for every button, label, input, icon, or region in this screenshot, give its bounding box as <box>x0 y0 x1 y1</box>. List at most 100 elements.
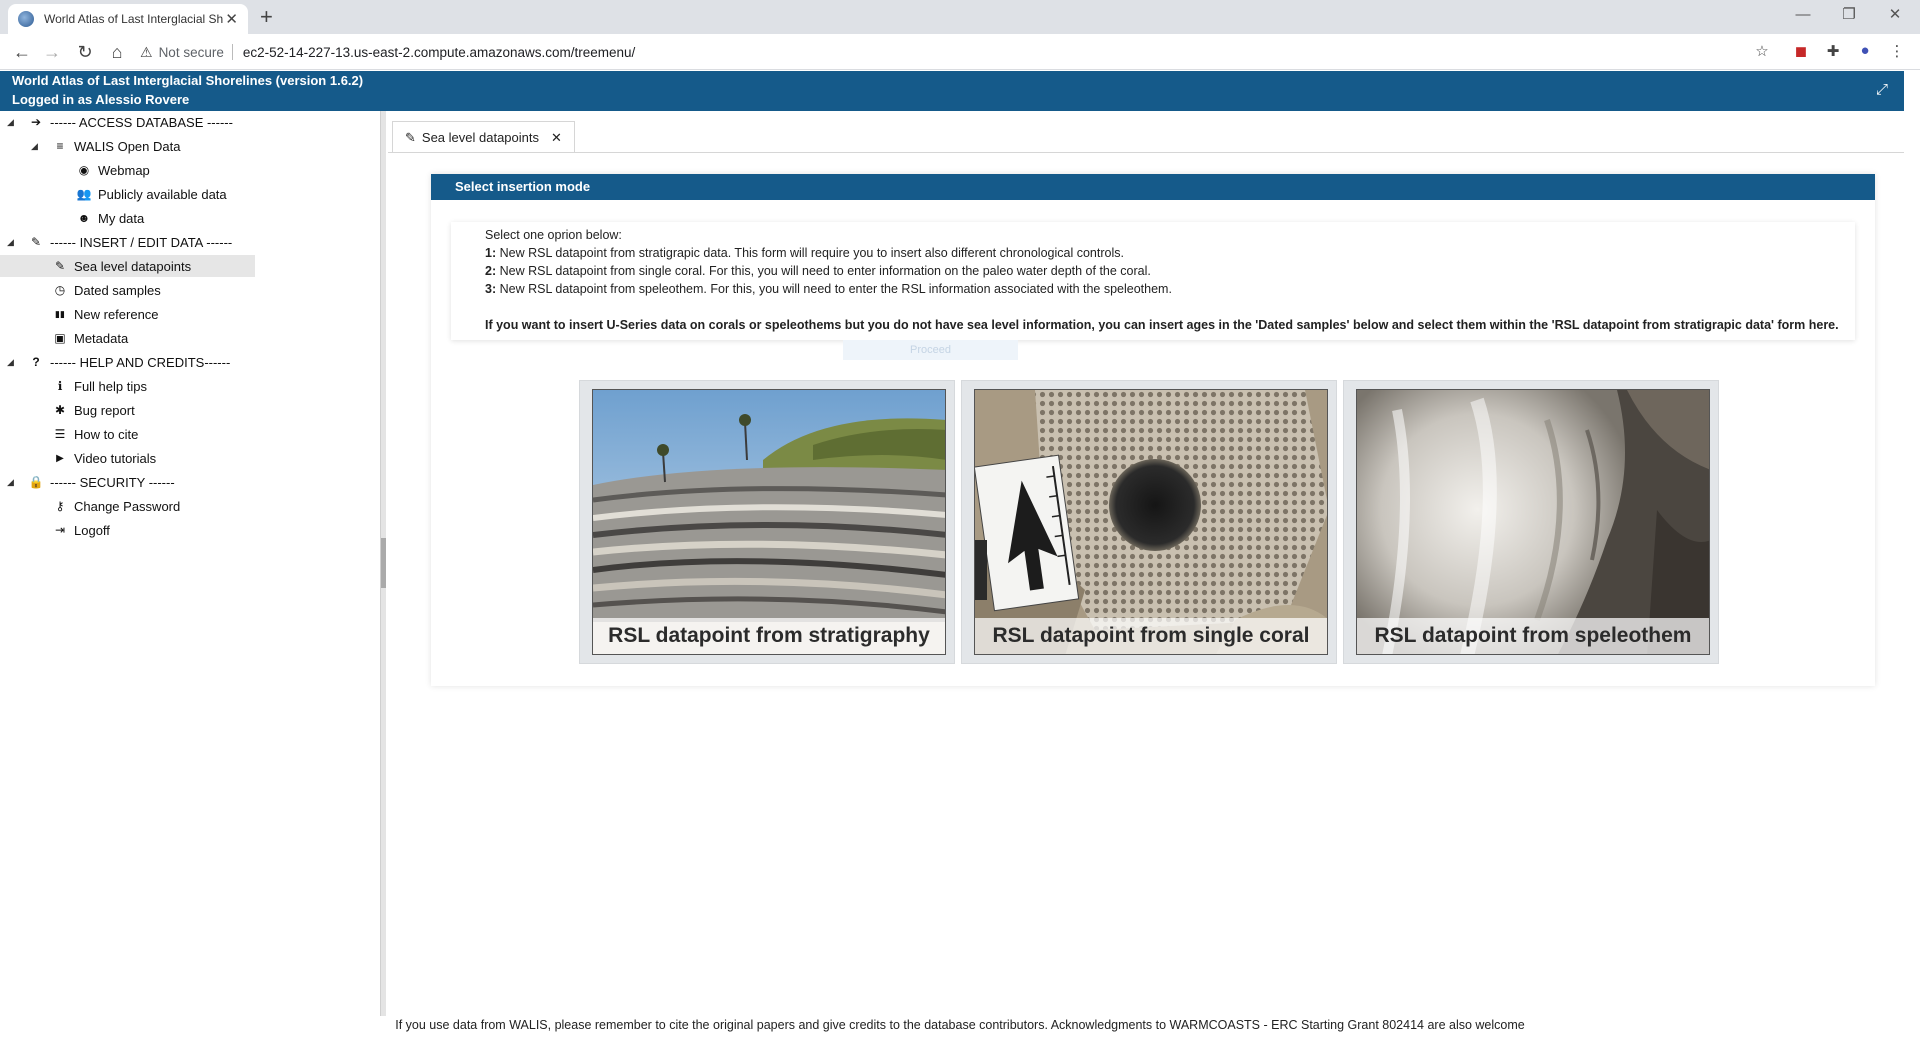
expand-toggle-icon[interactable]: ◢ <box>31 135 38 157</box>
tree-item-label: How to cite <box>74 426 139 442</box>
tree-section-label: ------ INSERT / EDIT DATA ------ <box>50 234 233 250</box>
tree-item-how-to-cite[interactable]: ☰ How to cite <box>52 423 139 445</box>
ublock-extension-icon[interactable]: ◼ <box>1790 42 1812 62</box>
speleothem-photo: RSL datapoint from speleothem <box>1356 389 1710 655</box>
profile-avatar-icon[interactable]: ● <box>1854 42 1876 62</box>
ghost-proceed-button: Proceed <box>843 340 1018 360</box>
card-single-coral[interactable]: RSL datapoint from single coral <box>961 380 1337 664</box>
insertion-mode-panel: Select insertion mode Select one oprion … <box>431 174 1875 686</box>
insertion-mode-cards: RSL datapoint from stratigraphy RSL data… <box>579 380 1719 664</box>
address-bar[interactable]: ⚠ Not secure ec2-52-14-227-13.us-east-2.… <box>140 38 1780 66</box>
users-icon: 👥 <box>76 187 92 201</box>
expand-toggle-icon[interactable]: ◢ <box>7 231 14 253</box>
stratigraphy-photo: RSL datapoint from stratigraphy <box>592 389 946 655</box>
browser-menu-icon[interactable]: ⋮ <box>1886 42 1908 62</box>
new-tab-button[interactable]: + <box>260 5 273 29</box>
tree-item-label: Dated samples <box>74 282 161 298</box>
browser-tab-title: World Atlas of Last Interglacial Sh <box>44 12 224 26</box>
tree-item-logoff[interactable]: ⇥ Logoff <box>52 519 110 541</box>
card-stratigraphy[interactable]: RSL datapoint from stratigraphy <box>579 380 955 664</box>
tree-item-bug-report[interactable]: ✱ Bug report <box>52 399 135 421</box>
forward-button[interactable]: → <box>40 40 64 64</box>
tree-item-label: WALIS Open Data <box>74 138 181 154</box>
tree-item-label: My data <box>98 210 145 226</box>
tree-item-my-data[interactable]: ☻ My data <box>76 207 145 229</box>
warning-icon[interactable]: ⚠ <box>140 44 153 61</box>
bug-icon: ✱ <box>54 403 66 417</box>
user-circle-icon: ☻ <box>77 211 91 225</box>
tree-item-label: Logoff <box>74 522 110 538</box>
card-label: RSL datapoint from speleothem <box>1357 618 1709 654</box>
tree-item-label: Full help tips <box>74 378 147 394</box>
browser-tab[interactable]: World Atlas of Last Interglacial Sh ✕ <box>8 4 248 34</box>
tree-item-new-reference[interactable]: ▮▮ New reference <box>52 303 159 325</box>
logged-in-user: Logged in as Alessio Rovere <box>12 92 190 107</box>
tree-item-full-help-tips[interactable]: ℹ Full help tips <box>52 375 147 397</box>
fullscreen-icon[interactable]: ⤢ <box>1876 81 1888 98</box>
sidebar-splitter[interactable] <box>380 111 386 1016</box>
reload-button[interactable]: ↻ <box>73 40 97 64</box>
security-status[interactable]: Not secure <box>159 45 224 60</box>
tree-item-sea-level-datapoints[interactable]: ✎ Sea level datapoints <box>0 255 255 277</box>
globe-icon: ◉ <box>78 163 90 177</box>
expand-toggle-icon[interactable]: ◢ <box>7 471 14 493</box>
option-number: 2: <box>485 264 497 278</box>
tree-item-metadata[interactable]: ▣ Metadata <box>52 327 128 349</box>
tree-item-label: Change Password <box>74 498 181 514</box>
content-tab-sea-level-datapoints[interactable]: ✎ Sea level datapoints ✕ <box>392 121 575 153</box>
expand-toggle-icon[interactable]: ◢ <box>7 111 14 133</box>
archive-icon: ▣ <box>54 331 66 345</box>
tree-item-label: Bug report <box>74 402 135 418</box>
tree-section-label: ------ ACCESS DATABASE ------ <box>50 114 233 130</box>
option-line-1: 1: New RSL datapoint from stratigrapic d… <box>485 244 1855 262</box>
address-separator <box>231 44 233 60</box>
coral-photo: RSL datapoint from single coral <box>974 389 1328 655</box>
tab-divider <box>388 152 1904 153</box>
tree-item-label: Webmap <box>98 162 150 178</box>
tree-item-walis-open-data[interactable]: ≡ WALIS Open Data <box>52 135 180 157</box>
close-tab-icon[interactable]: ✕ <box>551 130 562 146</box>
tree-section-security[interactable]: 🔒 ------ SECURITY ------ <box>28 471 175 493</box>
splitter-grip[interactable] <box>381 538 386 588</box>
u-series-note: If you want to insert U-Series data on c… <box>485 318 1839 332</box>
question-icon: ? <box>32 355 40 369</box>
tree-item-publicly-available-data[interactable]: 👥 Publicly available data <box>76 183 227 205</box>
tree-section-label: ------ HELP AND CREDITS------ <box>50 354 231 370</box>
database-icon: ≡ <box>56 139 64 153</box>
close-window-button[interactable]: ✕ <box>1872 2 1918 28</box>
panel-title: Select insertion mode <box>431 174 1875 200</box>
extensions-puzzle-icon[interactable]: ✚ <box>1822 42 1844 62</box>
card-label: RSL datapoint from single coral <box>975 618 1327 654</box>
option-text: New RSL datapoint from single coral. For… <box>496 264 1151 278</box>
option-line-3: 3: New RSL datapoint from speleothem. Fo… <box>485 280 1855 298</box>
close-tab-icon[interactable]: ✕ <box>225 10 238 28</box>
tree-item-video-tutorials[interactable]: ▶ Video tutorials <box>52 447 156 469</box>
graduation-cap-icon: ☰ <box>54 427 66 441</box>
sign-out-icon: ⇥ <box>54 523 66 537</box>
restore-window-button[interactable]: ❐ <box>1826 2 1872 28</box>
back-button[interactable]: ← <box>10 40 34 64</box>
tree-item-change-password[interactable]: ⚷ Change Password <box>52 495 181 517</box>
edit-icon: ✎ <box>30 235 42 249</box>
tree-item-webmap[interactable]: ◉ Webmap <box>76 159 150 181</box>
card-speleothem[interactable]: RSL datapoint from speleothem <box>1343 380 1719 664</box>
stratigraphy-illustration <box>593 390 945 654</box>
bookmark-star-icon[interactable]: ☆ <box>1751 42 1773 62</box>
tree-section-help-and-credits[interactable]: ? ------ HELP AND CREDITS------ <box>28 351 230 373</box>
minimize-window-button[interactable]: — <box>1780 2 1826 28</box>
info-icon: ℹ <box>57 379 63 393</box>
tree-section-access-database[interactable]: ➔ ------ ACCESS DATABASE ------ <box>28 111 233 133</box>
key-icon: ⚷ <box>55 499 65 513</box>
option-text: New RSL datapoint from stratigrapic data… <box>496 246 1124 260</box>
instructions-intro: Select one oprion below: <box>485 228 622 242</box>
option-text: New RSL datapoint from speleothem. For t… <box>496 282 1172 296</box>
app-header: World Atlas of Last Interglacial Shoreli… <box>0 71 1904 111</box>
tree-item-label: Publicly available data <box>98 186 227 202</box>
tree-section-insert-edit-data[interactable]: ✎ ------ INSERT / EDIT DATA ------ <box>28 231 232 253</box>
coral-illustration <box>975 390 1327 654</box>
url-text[interactable]: ec2-52-14-227-13.us-east-2.compute.amazo… <box>243 45 635 60</box>
expand-toggle-icon[interactable]: ◢ <box>7 351 14 373</box>
tree-item-label: Sea level datapoints <box>74 258 192 274</box>
home-button[interactable]: ⌂ <box>105 40 129 64</box>
tree-item-dated-samples[interactable]: ◷ Dated samples <box>52 279 161 301</box>
